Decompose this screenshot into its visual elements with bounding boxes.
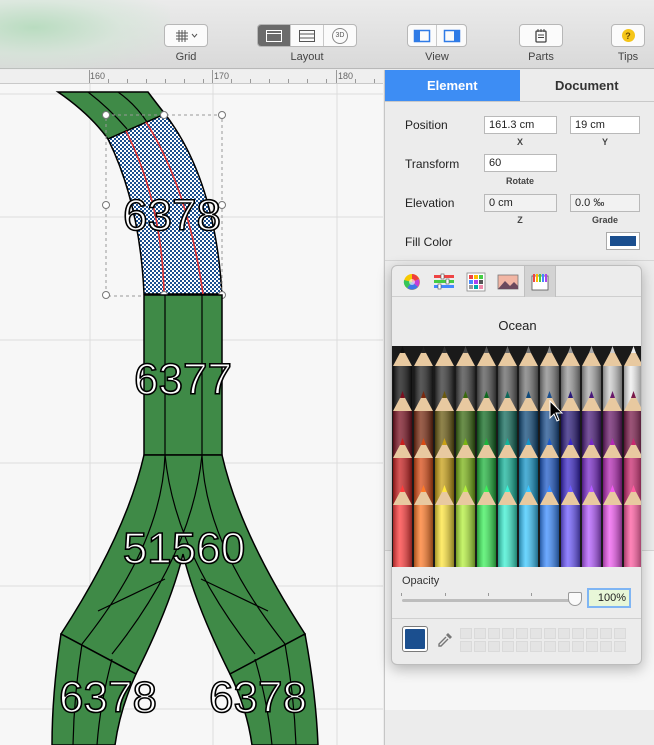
view-right-sidebar-button[interactable]: [437, 25, 466, 46]
position-y-field[interactable]: 19 cm: [570, 116, 640, 134]
current-color-well[interactable]: [402, 626, 428, 652]
colors-picker-tabs: [392, 266, 641, 297]
rotate-caption: Rotate: [505, 176, 534, 186]
popover-footer-divider: [392, 618, 641, 619]
saved-color-wells[interactable]: [460, 628, 626, 652]
elevation-z-field[interactable]: 0 cm: [484, 194, 557, 212]
inspector-tabs: Element Document: [385, 70, 654, 102]
view-left-sidebar-button[interactable]: [408, 25, 437, 46]
selected-color-name: Ocean: [498, 318, 537, 333]
layout-3d-icon: 3D: [332, 27, 348, 44]
parts-button[interactable]: [520, 25, 562, 46]
sidebar-left-icon: [413, 29, 431, 42]
colors-popover: Ocean Opacity 100%: [391, 265, 642, 665]
fill-color-label: Fill Color: [405, 235, 453, 249]
opacity-field[interactable]: 100%: [587, 588, 631, 608]
position-label: Position: [405, 118, 448, 132]
parts-control: Parts: [519, 24, 563, 63]
grade-field[interactable]: 0.0 ‰: [570, 194, 640, 212]
tab-document[interactable]: Document: [519, 70, 654, 102]
position-x-field[interactable]: 161.3 cm: [484, 116, 557, 134]
grid-dropdown-button[interactable]: [165, 25, 207, 46]
color-palettes-icon: [466, 272, 486, 291]
tab-color-sliders[interactable]: [428, 266, 460, 297]
pencil-box[interactable]: [392, 346, 642, 567]
layout-single-button[interactable]: [258, 25, 291, 46]
track-label-switch: 51560: [123, 524, 245, 573]
pencil-rows: [393, 346, 641, 567]
ruler-mark: 180: [338, 71, 354, 81]
layout-split-button[interactable]: [291, 25, 324, 46]
layout-split-icon: [299, 29, 315, 42]
ruler-mark: 170: [214, 71, 230, 81]
y-caption: Y: [601, 137, 608, 147]
tips-button[interactable]: ?: [612, 25, 644, 46]
track-label-right-branch: 6378: [209, 673, 307, 722]
tips-icon: ?: [621, 29, 635, 42]
opacity-slider-knob[interactable]: [568, 592, 582, 606]
fill-color-well[interactable]: [606, 232, 640, 250]
fill-color-swatch: [610, 236, 636, 246]
track-label-straight: 6377: [134, 355, 232, 404]
tips-label: Tips: [617, 51, 639, 63]
toolbar: Grid 3D Layout View Parts ? Tips: [0, 0, 654, 69]
view-control: View: [407, 24, 467, 63]
toolbar-glow: [0, 0, 170, 69]
color-sliders-icon: [434, 273, 454, 289]
layout-single-icon: [266, 29, 282, 42]
track-label-left-branch: 6378: [59, 673, 157, 722]
crayons-icon: [531, 273, 549, 290]
opacity-slider[interactable]: [401, 593, 574, 602]
tips-control: ? Tips: [611, 24, 645, 63]
track-drawing[interactable]: 6378 6377 51560 6378 6378: [0, 84, 383, 745]
transform-label: Transform: [405, 157, 460, 171]
track-label-top: 6378: [123, 191, 221, 240]
grid-label: Grid: [175, 51, 197, 63]
z-caption: Z: [517, 215, 523, 225]
opacity-label: Opacity: [402, 575, 440, 587]
layout-control: 3D Layout: [257, 24, 357, 63]
panel-divider: [385, 260, 654, 261]
x-caption: X: [516, 137, 523, 147]
parts-icon: [535, 28, 547, 43]
color-wheel-icon: [403, 273, 420, 290]
current-color-swatch: [405, 629, 425, 649]
tab-element[interactable]: Element: [385, 70, 520, 102]
ruler-mark: 160: [90, 71, 106, 81]
tab-color-wheel[interactable]: [396, 266, 428, 297]
tab-image-palettes[interactable]: [492, 266, 524, 297]
horizontal-ruler: 160 170 180: [0, 70, 383, 84]
grid-icon: [176, 29, 198, 42]
view-label: View: [425, 51, 449, 63]
layout-3d-button[interactable]: 3D: [324, 25, 356, 46]
grade-caption: Grade: [591, 215, 618, 225]
image-palettes-icon: [497, 274, 519, 289]
tab-crayons[interactable]: [524, 266, 556, 297]
layout-label: Layout: [290, 51, 324, 63]
tab-color-palettes[interactable]: [460, 266, 492, 297]
parts-label: Parts: [528, 51, 554, 63]
eyedropper-icon[interactable]: [436, 631, 454, 649]
elevation-label: Elevation: [405, 196, 455, 210]
sidebar-right-icon: [443, 29, 460, 42]
rotate-field[interactable]: 60: [484, 154, 557, 172]
layout-canvas[interactable]: 160 170 180 6378 6377 51560 6378 6378: [0, 70, 383, 745]
grid-control[interactable]: Grid: [164, 24, 208, 63]
